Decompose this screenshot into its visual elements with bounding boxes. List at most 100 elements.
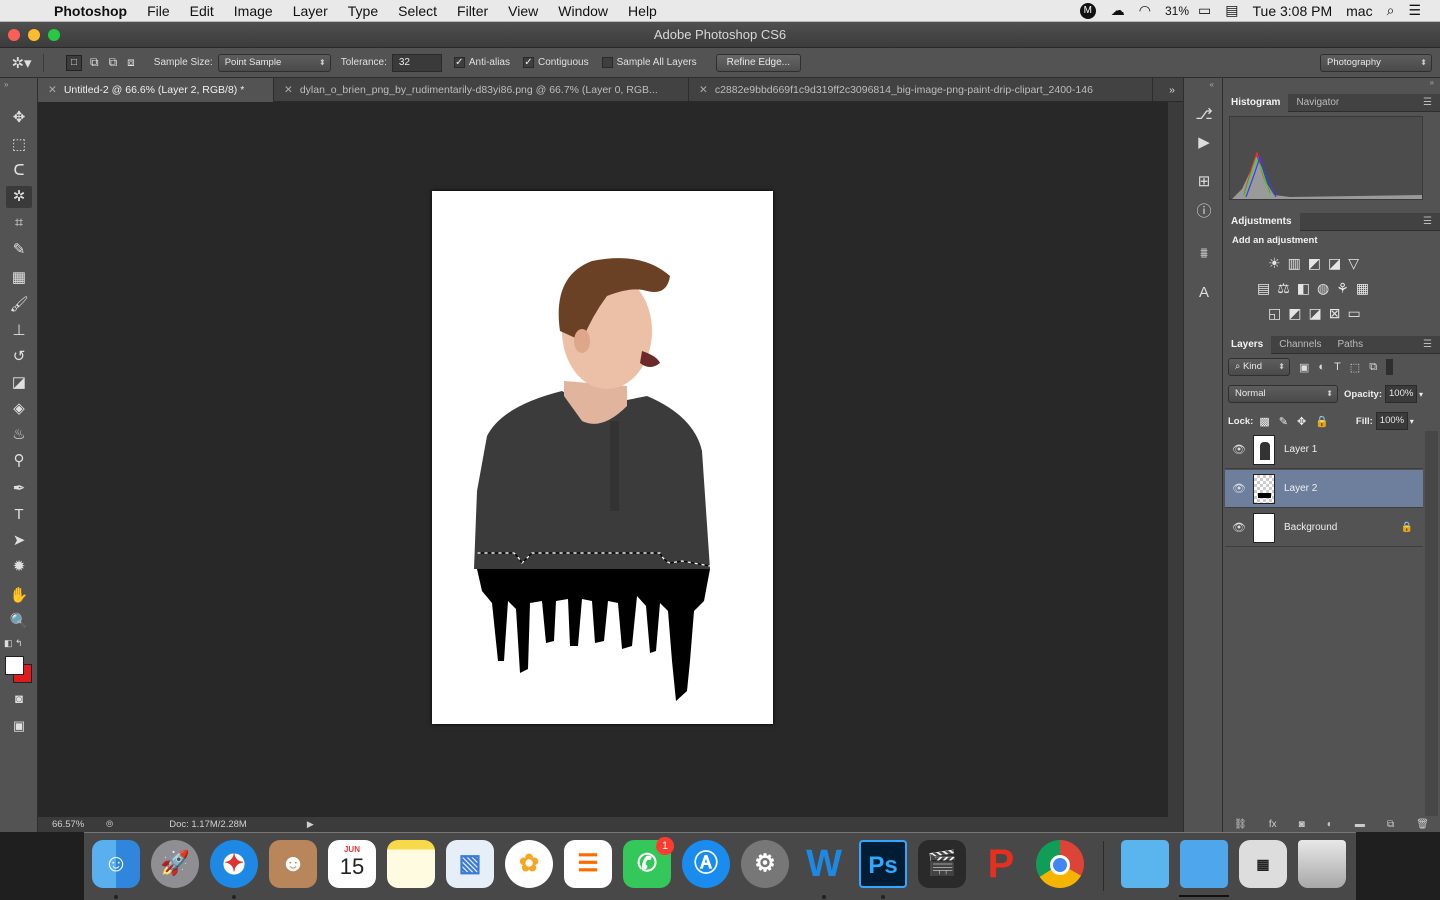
new-adjustment-layer-icon[interactable]: ◐ [1327, 819, 1333, 830]
zoom-window-button[interactable] [48, 29, 60, 41]
invert-icon[interactable]: ◱ [1268, 305, 1281, 322]
panel-menu-icon[interactable]: ☰ [1415, 213, 1440, 231]
preview-icon[interactable]: ▧ [446, 840, 494, 888]
sample-all-layers-checkbox[interactable] [601, 57, 613, 68]
zoom-level[interactable]: 66.57% [52, 819, 102, 830]
history-brush-tool-icon[interactable]: ↺ [6, 346, 32, 368]
layer-name[interactable]: Layer 1 [1284, 444, 1317, 455]
clone-stamp-tool-icon[interactable]: ⊥ [6, 320, 32, 342]
tab-dylan-png[interactable]: ✕ dylan_o_brien_png_by_rudimentarily-d83y… [274, 78, 689, 102]
add-mask-icon[interactable]: ◙ [1299, 819, 1305, 830]
tab-paint-drip[interactable]: ✕ c2882e9bbd669f1c9d319ff2c3096814_big-im… [689, 78, 1153, 102]
collapse-tools-icon[interactable]: » [4, 80, 8, 89]
blend-mode-select[interactable]: Normal [1228, 385, 1338, 403]
tab-adjustments[interactable]: Adjustments [1223, 212, 1300, 231]
menu-layer[interactable]: Layer [283, 3, 338, 19]
character-styles-panel-icon[interactable]: ⩩ [1194, 244, 1214, 264]
menu-image[interactable]: Image [224, 3, 283, 19]
layer-style-icon[interactable]: fx [1269, 819, 1277, 830]
powerpoint-icon[interactable]: P [977, 840, 1025, 888]
wifi-icon[interactable]: ◠ [1132, 2, 1158, 19]
visibility-eye-icon[interactable]: 👁 [1225, 521, 1253, 534]
menu-file[interactable]: File [137, 3, 180, 19]
lock-transparent-icon[interactable]: ▩ [1259, 415, 1269, 428]
close-tab-icon[interactable]: ✕ [48, 84, 57, 96]
layer-name[interactable]: Background [1284, 522, 1337, 533]
blur-tool-icon[interactable]: ♨ [6, 424, 32, 446]
more-tabs-icon[interactable]: » [1161, 78, 1183, 101]
info-panel-icon[interactable]: ⓘ [1194, 202, 1214, 222]
delete-layer-icon[interactable]: 🗑 [1416, 819, 1429, 830]
menu-edit[interactable]: Edit [180, 3, 224, 19]
vibrance-icon[interactable]: ▽ [1348, 255, 1359, 272]
menu-app-name[interactable]: Photoshop [38, 3, 137, 19]
launchpad-icon[interactable]: 🚀 [151, 840, 199, 888]
clock[interactable]: Tue 3:08 PM [1246, 3, 1340, 19]
close-window-button[interactable] [8, 29, 20, 41]
trash-icon[interactable] [1298, 840, 1346, 888]
layer-filter-select[interactable]: ⌕ Kind [1228, 358, 1290, 376]
lock-image-icon[interactable]: ✎ [1279, 415, 1288, 428]
screen-mode-icon[interactable]: ▣ [6, 715, 32, 737]
pen-tool-icon[interactable]: ✒ [6, 478, 32, 500]
filter-pixel-icon[interactable]: ▣ [1299, 361, 1309, 374]
menu-select[interactable]: Select [388, 3, 447, 19]
exposure-icon[interactable]: ◪ [1328, 255, 1341, 272]
layer-row-layer-1[interactable]: 👁 Layer 1 [1225, 431, 1423, 469]
zoom-tool-icon[interactable]: 🔍 [6, 611, 32, 633]
character-panel-icon[interactable]: A [1194, 283, 1214, 303]
lock-position-icon[interactable]: ✥ [1297, 415, 1306, 428]
refine-edge-button[interactable]: Refine Edge... [715, 53, 802, 72]
lock-all-icon[interactable]: 🔒 [1315, 415, 1329, 428]
filter-smart-object-icon[interactable]: ⧉ [1369, 361, 1377, 374]
filter-type-icon[interactable]: T [1334, 361, 1341, 373]
properties-panel-icon[interactable]: ⊞ [1194, 172, 1214, 192]
gradient-map-icon[interactable]: ▭ [1347, 305, 1360, 322]
workspace-select[interactable]: Photography [1320, 53, 1432, 72]
filter-adjustment-icon[interactable]: ◐ [1318, 361, 1325, 373]
cloud-icon[interactable]: ☁ [1104, 2, 1132, 19]
antialias-checkbox[interactable]: ✓ [453, 57, 465, 68]
eyedropper-tool-icon[interactable]: ✎ [6, 239, 32, 261]
healing-brush-tool-icon[interactable]: ▦ [6, 267, 32, 289]
layer-row-layer-2[interactable]: 👁 Layer 2 [1225, 470, 1423, 508]
lasso-tool-icon[interactable]: ᑕ [6, 160, 32, 182]
sample-size-select[interactable]: Point Sample [217, 53, 331, 72]
new-group-icon[interactable]: ▬ [1355, 819, 1365, 830]
panel-menu-icon[interactable]: ☰ [1415, 94, 1440, 112]
battery-percent[interactable]: 31% [1158, 4, 1191, 18]
channel-mixer-icon[interactable]: ⚘ [1336, 280, 1349, 297]
battery-icon[interactable]: ▭ [1191, 2, 1218, 19]
hand-tool-icon[interactable]: ✋ [6, 585, 32, 607]
tab-navigator[interactable]: Navigator [1288, 94, 1347, 112]
photos-icon[interactable]: ✿ [505, 840, 553, 888]
brightness-contrast-icon[interactable]: ☀ [1268, 255, 1281, 272]
magic-wand-tool-icon[interactable]: ✲ [6, 186, 32, 208]
document-canvas[interactable] [432, 191, 773, 724]
close-tab-icon[interactable]: ✕ [699, 84, 708, 96]
safari-icon[interactable]: ✦ [210, 840, 258, 888]
app-store-icon[interactable]: Ⓐ [682, 840, 730, 888]
folder-icon[interactable] [1121, 840, 1169, 888]
tab-layers[interactable]: Layers [1223, 335, 1272, 354]
new-layer-icon[interactable]: ⧉ [1387, 819, 1394, 830]
menu-type[interactable]: Type [338, 3, 388, 19]
contacts-icon[interactable]: ☻ [269, 840, 317, 888]
user-name[interactable]: mac [1339, 3, 1379, 19]
contiguous-checkbox[interactable]: ✓ [523, 57, 534, 68]
fill-input[interactable]: 100% [1375, 412, 1408, 430]
actions-panel-icon[interactable]: ▶ [1194, 133, 1214, 153]
type-tool-icon[interactable]: T [6, 504, 32, 526]
path-selection-tool-icon[interactable]: ➤ [6, 530, 32, 552]
reminders-icon[interactable]: ☰ [564, 840, 612, 888]
menu-window[interactable]: Window [548, 3, 618, 19]
minimize-window-button[interactable] [28, 29, 40, 41]
history-panel-icon[interactable]: ⎇ [1194, 105, 1214, 125]
photoshop-icon[interactable]: Ps [859, 840, 907, 888]
brush-tool-icon[interactable]: 🖌 [6, 294, 32, 316]
layer-name[interactable]: Layer 2 [1284, 483, 1317, 494]
system-preferences-icon[interactable]: ⚙ [741, 840, 789, 888]
input-menu-icon[interactable]: ▤ [1218, 2, 1245, 19]
marquee-tool-icon[interactable]: ⬚ [6, 134, 32, 156]
move-tool-icon[interactable]: ✥ [6, 107, 32, 129]
